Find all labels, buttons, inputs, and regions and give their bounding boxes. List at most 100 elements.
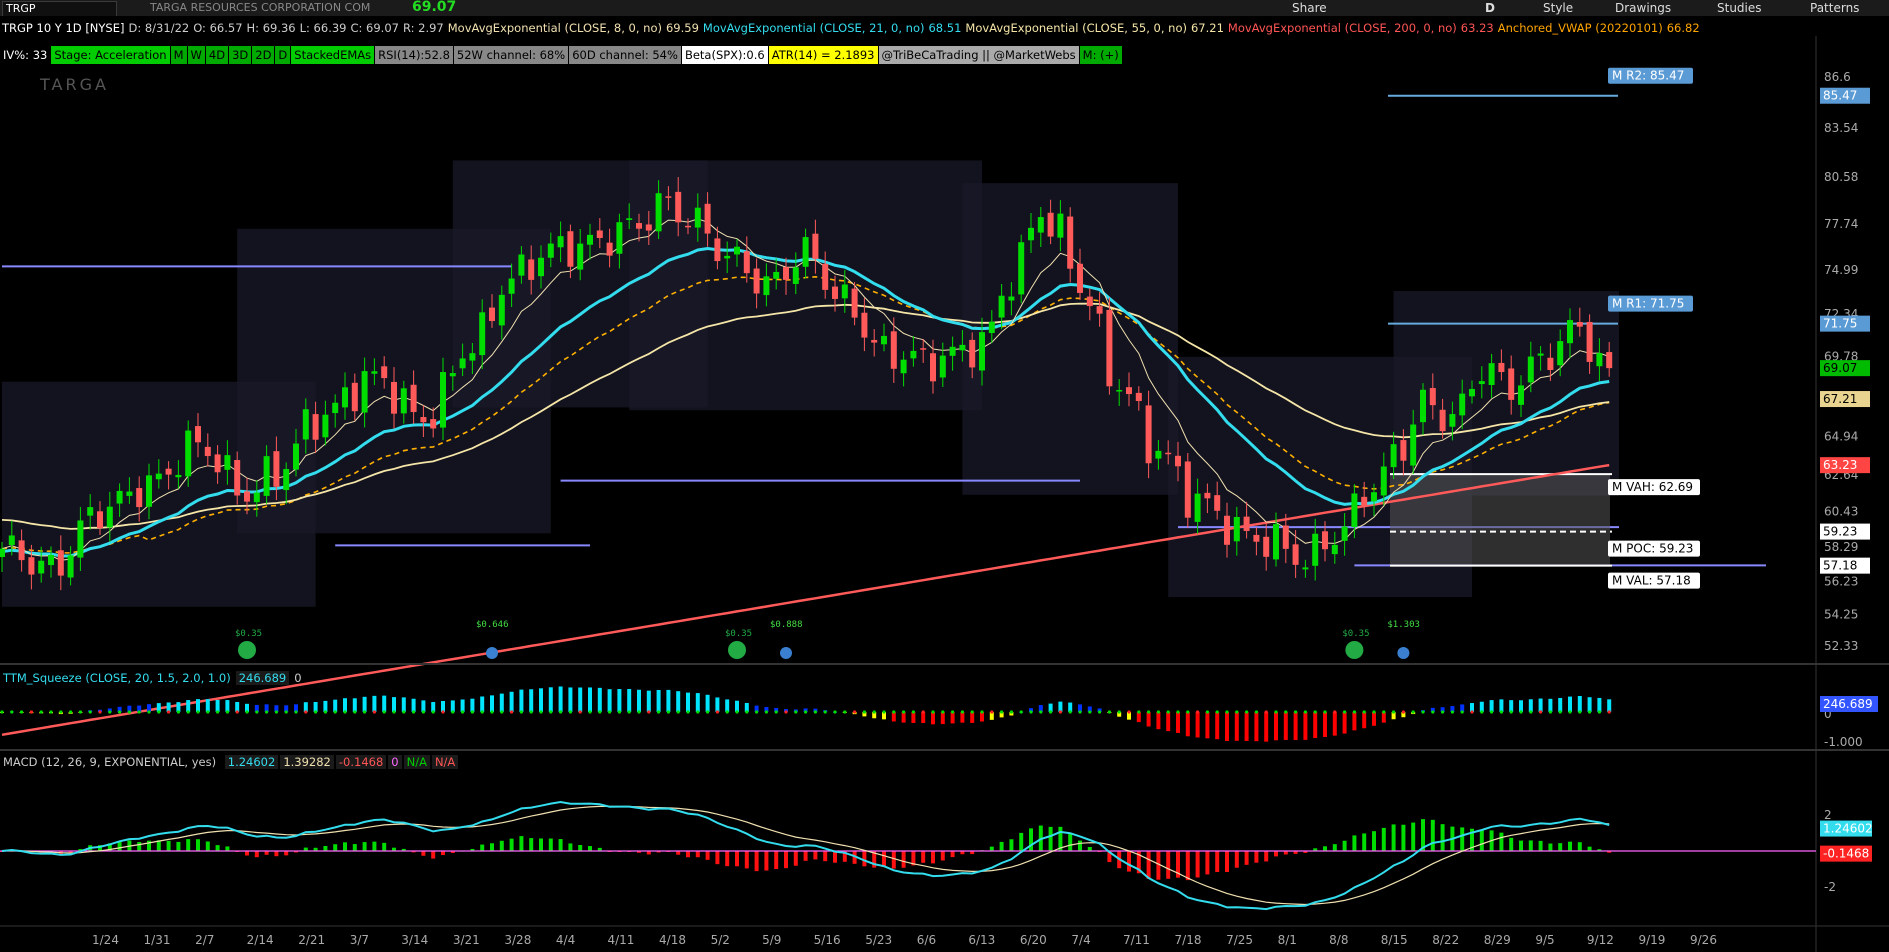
macd-value-label: -0.1468 <box>1823 847 1869 861</box>
macd-hist-bar <box>1323 846 1327 851</box>
candle-body <box>1449 414 1456 427</box>
squeeze-bar <box>637 689 641 712</box>
candle-body <box>1606 352 1613 369</box>
squeeze-bar <box>950 712 955 724</box>
macd-hist-bar <box>1548 843 1553 851</box>
x-tick-label: 4/18 <box>659 933 686 947</box>
candle-body <box>420 417 427 423</box>
squeeze-dot <box>1343 710 1347 714</box>
macd-hist-bar <box>803 851 808 861</box>
squeeze-dot <box>608 710 612 714</box>
pivot-annotation-label: M R2: 85.47 <box>1612 69 1684 83</box>
squeeze-dot <box>784 710 788 714</box>
squeeze-dot <box>500 710 504 714</box>
squeeze-bar <box>1509 700 1514 712</box>
squeeze-dot <box>59 710 63 714</box>
squeeze-dot <box>980 710 984 714</box>
candle-body <box>1086 296 1093 307</box>
squeeze-dot <box>118 710 122 714</box>
squeeze-dot <box>363 710 367 714</box>
price-chart[interactable]: 86.683.5480.5877.7474.9972.3469.7867.316… <box>0 0 1889 952</box>
candle-body <box>1488 363 1495 385</box>
candle-body <box>1596 353 1603 367</box>
candle-body <box>1194 493 1201 522</box>
squeeze-dot <box>715 710 720 714</box>
macd-hist-bar <box>989 846 994 851</box>
candle-body <box>606 242 613 256</box>
squeeze-bar <box>1519 700 1523 712</box>
candle-body <box>587 234 593 245</box>
x-tick-label: 6/13 <box>968 933 995 947</box>
macd-hist-bar <box>274 851 279 857</box>
candle-body <box>959 344 966 351</box>
candle-body <box>400 388 407 414</box>
candle-body <box>253 492 260 503</box>
price-tag-label: 85.47 <box>1823 89 1857 103</box>
macd-hist-bar <box>1568 841 1572 851</box>
macd-hist-bar <box>568 843 573 851</box>
squeeze-bar <box>1362 712 1367 729</box>
squeeze-dot <box>1499 710 1503 714</box>
candle-body <box>322 414 329 438</box>
squeeze-dot <box>1009 710 1014 714</box>
macd-hist-bar <box>862 851 867 867</box>
squeeze-dot <box>1137 710 1141 714</box>
squeeze-dot <box>49 710 53 714</box>
squeeze-dot <box>1098 710 1102 714</box>
squeeze-dot <box>196 710 200 714</box>
squeeze-dot <box>794 710 798 714</box>
macd-hist-bar <box>1381 827 1386 851</box>
candle-body <box>126 491 133 496</box>
squeeze-dot <box>539 710 543 714</box>
squeeze-dot <box>382 710 386 714</box>
squeeze-bar <box>666 689 671 712</box>
squeeze-bar <box>911 712 916 723</box>
squeeze-bar <box>597 687 602 712</box>
earnings-icon <box>486 647 498 659</box>
candle-body <box>1439 409 1446 432</box>
macd-hist-bar <box>1440 824 1445 851</box>
squeeze-dot <box>1254 710 1258 714</box>
candle-body <box>351 382 358 412</box>
candle-body <box>1312 533 1319 566</box>
candle-body <box>1576 322 1583 327</box>
squeeze-bar <box>1234 712 1239 741</box>
macd-hist-bar <box>1538 840 1543 851</box>
squeeze-dot <box>333 710 337 714</box>
squeeze-dot <box>931 710 935 714</box>
price-tag-label: 63.23 <box>1823 458 1857 472</box>
squeeze-dot <box>1019 710 1023 714</box>
macd-hist-bar <box>1558 843 1563 851</box>
squeeze-dot <box>657 710 661 714</box>
candle-body <box>381 366 388 379</box>
x-tick-label: 4/11 <box>607 933 634 947</box>
macd-hist-bar <box>441 851 445 856</box>
x-tick-label: 8/15 <box>1381 933 1408 947</box>
candle-body <box>567 231 574 267</box>
squeeze-bar <box>588 687 592 712</box>
squeeze-dot <box>1107 710 1111 714</box>
candle-body <box>195 426 201 443</box>
squeeze-dot <box>1284 710 1288 714</box>
candle-body <box>1037 217 1044 233</box>
squeeze-dot <box>451 710 455 714</box>
squeeze-dot <box>1529 710 1533 714</box>
squeeze-dot <box>588 710 592 714</box>
squeeze-bar <box>362 696 367 712</box>
macd-hist-bar <box>1068 833 1073 851</box>
squeeze-dot <box>549 710 553 714</box>
squeeze-dot <box>1127 710 1131 714</box>
candle-body <box>410 384 417 413</box>
x-tick-label: 1/31 <box>144 933 171 947</box>
candle-body <box>685 225 691 228</box>
candle-body <box>881 335 887 345</box>
squeeze-dot <box>304 710 308 714</box>
macd-hist-bar <box>1460 827 1465 851</box>
dividend-label: $0.35 <box>235 629 262 639</box>
candle-body <box>1233 516 1240 542</box>
candle-body <box>185 430 192 477</box>
candle-body <box>449 373 456 377</box>
candle-body <box>645 224 652 231</box>
candle-body <box>87 507 94 516</box>
x-tick-label: 7/11 <box>1123 933 1150 947</box>
